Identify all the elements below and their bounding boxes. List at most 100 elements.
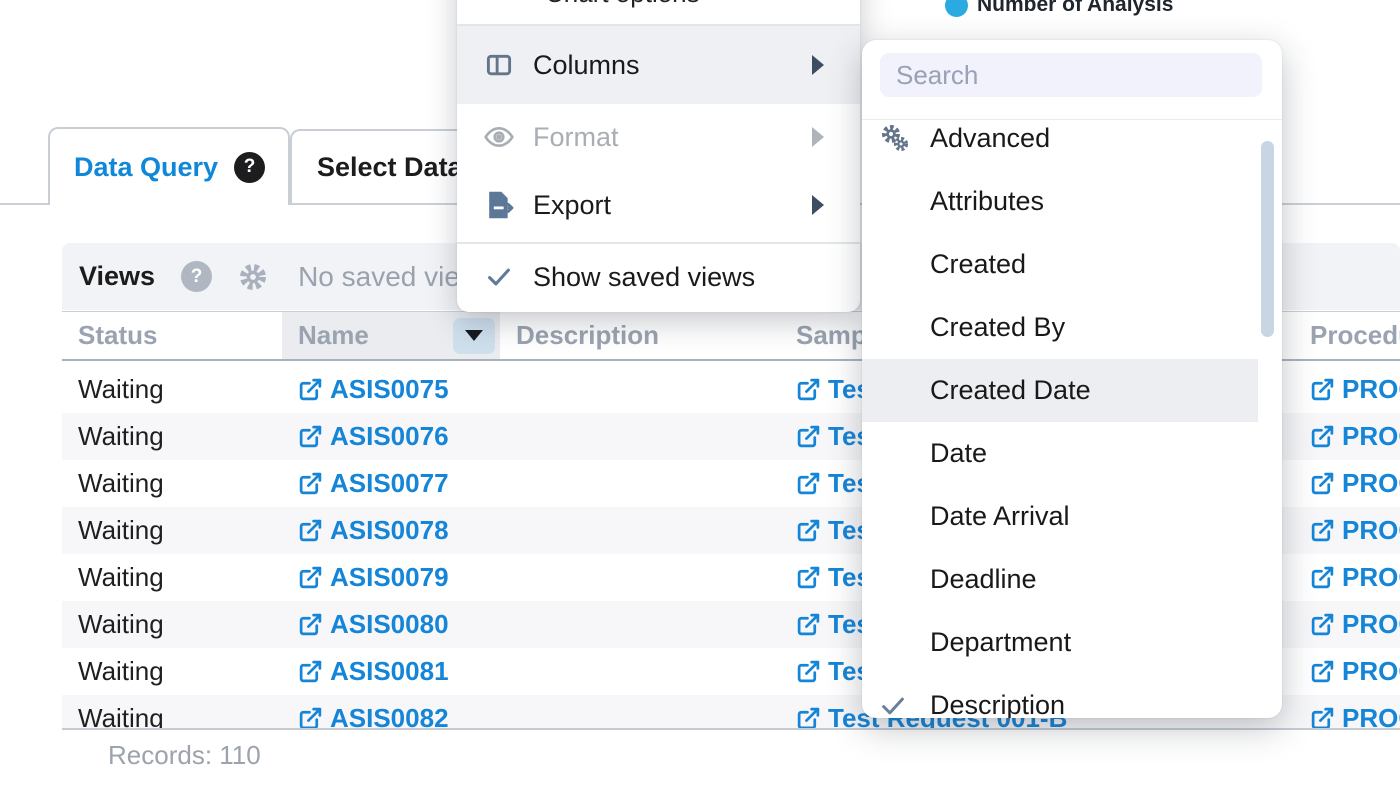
column-header-status[interactable]: Status <box>62 312 282 359</box>
external-link-icon <box>1310 565 1335 590</box>
check-icon <box>483 262 515 292</box>
views-title: Views <box>79 261 155 292</box>
record-link[interactable]: ASIS0079 <box>298 562 449 593</box>
external-link-icon <box>298 706 323 728</box>
views-gear-icon[interactable] <box>236 260 270 294</box>
record-link[interactable]: ASIS0080 <box>298 609 449 640</box>
submenu-item-created-date[interactable]: Created Date <box>862 359 1258 422</box>
record-link[interactable]: ASIS0081 <box>298 656 449 687</box>
menu-item-columns[interactable]: Columns <box>457 26 860 104</box>
procedure-link[interactable]: PROC <box>1310 562 1400 593</box>
menu-item-columns-label: Columns <box>533 50 640 81</box>
submenu-item-date[interactable]: Date <box>862 422 1258 485</box>
procedure-link[interactable]: PROC <box>1310 609 1400 640</box>
procedure-link[interactable]: PROC <box>1310 468 1400 499</box>
status-cell: Waiting <box>78 648 164 695</box>
columns-icon <box>483 50 515 80</box>
submenu-list: Advanced Attributes Created Created By C… <box>862 120 1282 718</box>
external-link-icon <box>298 565 323 590</box>
external-link-icon <box>298 518 323 543</box>
menu-item-show-saved-views-label: Show saved views <box>533 262 755 293</box>
status-cell: Waiting <box>78 554 164 601</box>
status-cell: Waiting <box>78 507 164 554</box>
tab-select-data[interactable]: Select Data <box>290 129 470 203</box>
external-link-icon <box>796 706 821 728</box>
external-link-icon <box>298 377 323 402</box>
external-link-icon <box>1310 424 1335 449</box>
legend-dot <box>945 0 968 17</box>
submenu-item-attributes[interactable]: Attributes <box>862 170 1258 233</box>
submenu-item-created-by[interactable]: Created By <box>862 296 1258 359</box>
procedure-link[interactable]: PROC <box>1310 656 1400 687</box>
record-link[interactable]: ASIS0075 <box>298 374 449 405</box>
external-link-icon <box>1310 659 1335 684</box>
tab-data-query-label: Data Query <box>74 152 218 183</box>
external-link-icon <box>796 518 821 543</box>
context-menu: Chart options Columns Format <box>457 0 860 312</box>
menu-item-show-saved-views[interactable]: Show saved views <box>457 244 860 310</box>
check-icon <box>878 691 908 719</box>
scrollbar-thumb[interactable] <box>1261 141 1274 337</box>
table-bottom-border <box>62 728 1400 730</box>
column-menu-button[interactable] <box>453 318 495 354</box>
chevron-down-icon <box>465 330 483 341</box>
procedure-link[interactable]: PROC <box>1310 374 1400 405</box>
menu-item-export-label: Export <box>533 190 611 221</box>
submenu-item-deadline[interactable]: Deadline <box>862 548 1258 611</box>
eye-icon <box>483 121 515 153</box>
records-count: Records: 110 <box>108 740 261 771</box>
external-link-icon <box>298 659 323 684</box>
submenu-item-department[interactable]: Department <box>862 611 1258 674</box>
external-link-icon <box>796 659 821 684</box>
status-cell: Waiting <box>78 460 164 507</box>
advanced-gears-icon <box>878 122 912 156</box>
submenu-arrow-icon <box>812 195 824 215</box>
external-link-icon <box>1310 706 1335 728</box>
procedure-link[interactable]: PROC <box>1310 421 1400 452</box>
submenu-item-description[interactable]: Description <box>862 674 1258 718</box>
submenu-item-created[interactable]: Created <box>862 233 1258 296</box>
columns-submenu: Advanced Attributes Created Created By C… <box>862 40 1282 718</box>
column-header-description[interactable]: Description <box>500 312 780 359</box>
external-link-icon <box>1310 612 1335 637</box>
procedure-link[interactable]: PROC <box>1310 515 1400 546</box>
submenu-item-advanced[interactable]: Advanced <box>862 120 1258 170</box>
external-link-icon <box>1310 471 1335 496</box>
submenu-arrow-icon <box>812 127 824 147</box>
search-input[interactable] <box>880 53 1262 97</box>
help-icon[interactable]: ? <box>234 152 265 183</box>
menu-item-format-label: Format <box>533 122 619 153</box>
views-help-icon[interactable]: ? <box>181 261 212 292</box>
record-link[interactable]: ASIS0082 <box>298 703 449 728</box>
external-link-icon <box>796 565 821 590</box>
external-link-icon <box>796 471 821 496</box>
external-link-icon <box>298 424 323 449</box>
external-link-icon <box>1310 377 1335 402</box>
external-link-icon <box>298 612 323 637</box>
column-header-name-label: Name <box>298 320 369 351</box>
external-link-icon <box>796 612 821 637</box>
record-link[interactable]: ASIS0078 <box>298 515 449 546</box>
procedure-link[interactable]: PROC <box>1310 703 1400 728</box>
submenu-item-date-arrival[interactable]: Date Arrival <box>862 485 1258 548</box>
menu-item-format[interactable]: Format <box>457 104 860 170</box>
tab-select-data-label: Select Data <box>317 152 463 183</box>
status-cell: Waiting <box>78 413 164 460</box>
column-header-procedure[interactable]: Procedure <box>1300 312 1400 359</box>
submenu-arrow-icon <box>812 55 824 75</box>
external-link-icon <box>298 471 323 496</box>
legend-label: Number of Analysis <box>977 0 1173 17</box>
status-cell: Waiting <box>78 366 164 413</box>
status-cell: Waiting <box>78 601 164 648</box>
tab-data-query[interactable]: Data Query ? <box>48 127 290 205</box>
record-link[interactable]: ASIS0076 <box>298 421 449 452</box>
status-cell: Waiting <box>78 695 164 728</box>
export-icon <box>483 190 515 220</box>
external-link-icon <box>796 377 821 402</box>
external-link-icon <box>1310 518 1335 543</box>
menu-item-export[interactable]: Export <box>457 170 860 240</box>
record-link[interactable]: ASIS0077 <box>298 468 449 499</box>
context-menu-partial-item[interactable]: Chart options <box>545 0 700 9</box>
external-link-icon <box>796 424 821 449</box>
column-header-name[interactable]: Name <box>282 312 500 359</box>
